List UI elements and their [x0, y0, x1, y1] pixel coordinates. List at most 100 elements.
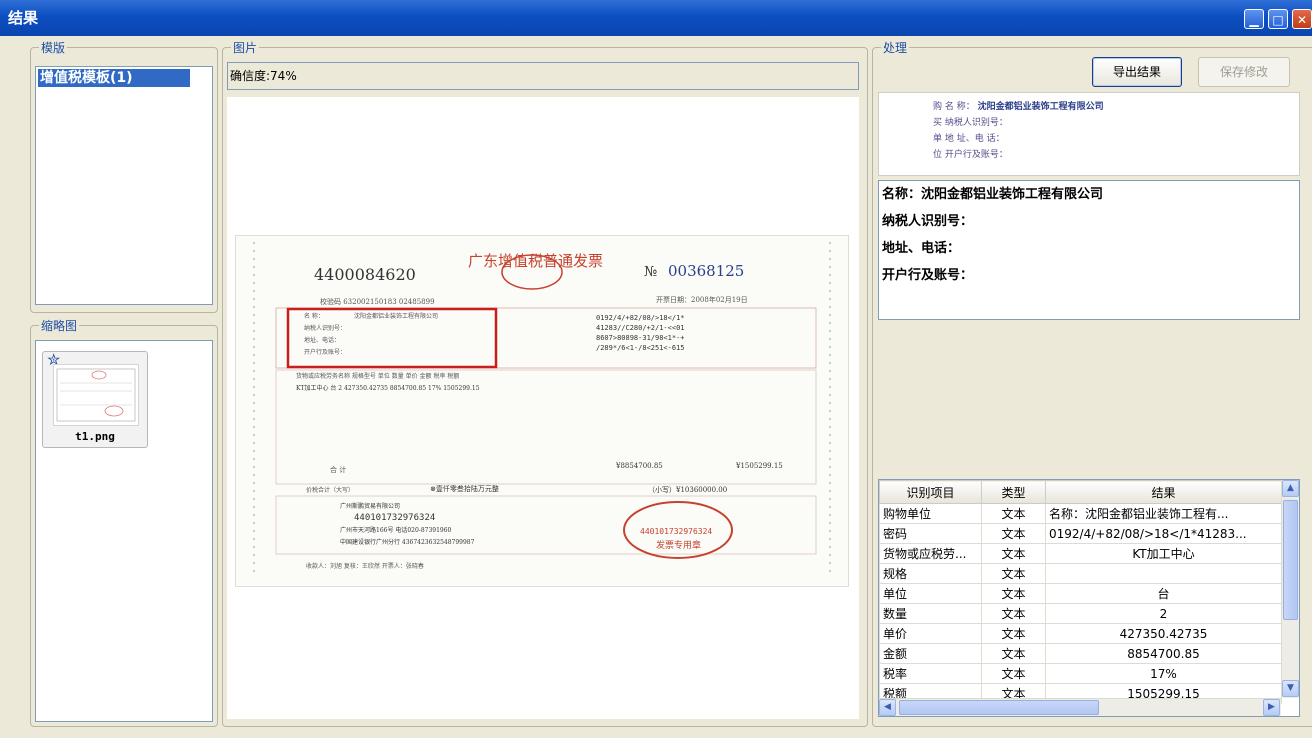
cell-result[interactable]: 17%	[1045, 663, 1282, 684]
cell-type[interactable]: 文本	[981, 583, 1046, 604]
cell-type[interactable]: 文本	[981, 623, 1046, 644]
seller-name: 广州斯鹏贸易有限公司	[340, 502, 400, 510]
cell-type[interactable]: 文本	[981, 503, 1046, 524]
scroll-down-icon[interactable]: ▼	[1282, 680, 1299, 697]
recognized-text-box[interactable]: 名称：沈阳金都铝业装饰工程有限公司 纳税人识别号： 地址、电话： 开户行及账号：	[878, 180, 1300, 320]
scroll-thumb[interactable]	[1283, 500, 1298, 620]
column-header[interactable]: 结果	[1045, 480, 1282, 504]
cell-result[interactable]	[1045, 563, 1282, 584]
cell-item[interactable]: 货物或应税劳...	[879, 543, 982, 564]
vertical-scrollbar[interactable]: ▲ ▼	[1281, 480, 1299, 698]
table-row[interactable]: 单位 文本台	[879, 583, 1282, 604]
save-changes-button[interactable]: 保存修改	[1198, 57, 1290, 87]
table-row[interactable]: 数量 文本 2	[879, 603, 1282, 624]
crop-label: 买 纳税人识别号：	[933, 118, 1008, 128]
table-row[interactable]: 金额 文本 8854700.85	[879, 643, 1282, 664]
cell-result[interactable]: 2	[1045, 603, 1282, 624]
buyer-name-label: 名 称：	[304, 312, 324, 320]
cell-item[interactable]: 数量	[879, 603, 982, 624]
close-button[interactable]: ✕	[1292, 9, 1312, 29]
seller-addr: 广州市天河路166号 电话020-87391960	[340, 526, 452, 534]
cell-type[interactable]: 文本	[981, 543, 1046, 564]
table-row[interactable]: 购物单位 文本 名称：沈阳金都铝业装饰工程有...	[879, 503, 1282, 524]
crop-label: 购 名 称：	[933, 102, 975, 112]
crop-value: 沈阳金都铝业装饰工程有限公司	[977, 102, 1104, 112]
table-row[interactable]: 货物或应税劳... 文本 KT加工中心	[879, 543, 1282, 564]
thumbnail-item[interactable]: ✮ t1.png	[42, 350, 148, 448]
export-results-button[interactable]: 导出结果	[1092, 57, 1182, 87]
crop-label: 单 地 址、电 话：	[933, 134, 1005, 144]
table-row[interactable]: 单价 文本 427350.42735	[879, 623, 1282, 644]
invoice-date: 开票日期：2008年02月19日	[656, 295, 748, 304]
cell-result[interactable]: KT加工中心	[1045, 543, 1282, 564]
table-header-row: 识别项目 类型 结果	[879, 480, 1282, 504]
table-row[interactable]: 密码 文本 0192/4/+82/08/>18</1*41283...	[879, 523, 1282, 544]
image-group-label: 图片	[231, 39, 260, 56]
cell-item[interactable]: 规格	[879, 563, 982, 584]
result-line: 纳税人识别号：	[882, 214, 974, 229]
cell-result[interactable]: 8854700.85	[1045, 643, 1282, 664]
template-item[interactable]: 增值税模板(1)	[38, 69, 190, 87]
cell-type[interactable]: 文本	[981, 523, 1046, 544]
cell-result[interactable]: 台	[1045, 583, 1282, 604]
table-row[interactable]: 税率 文本 17%	[879, 663, 1282, 684]
scroll-left-icon[interactable]: ◀	[879, 699, 896, 716]
cipher-line: 0192/4/+82/08/>18</1*	[596, 314, 685, 322]
processing-group-label: 处理	[881, 39, 910, 56]
minimize-icon: ▁	[1249, 13, 1259, 27]
invoice-number-prefix: №	[644, 264, 657, 280]
window-title: 结果	[8, 9, 39, 27]
maximize-button[interactable]: □	[1268, 9, 1288, 29]
close-icon: ✕	[1296, 13, 1308, 27]
subtotal-amount: ¥8854700.85	[615, 462, 663, 470]
seller-bank: 中国建设银行广州分行 4367423632548799987	[340, 538, 475, 546]
template-list[interactable]: 增值税模板(1)	[35, 66, 213, 305]
results-table: 识别项目 类型 结果 购物单位 文本 名称：沈阳金都铝业装饰工程有... 密码 文本 0…	[879, 480, 1282, 704]
cell-result[interactable]: 0192/4/+82/08/>18</1*41283...	[1045, 523, 1282, 544]
thumbnail-group-label: 缩略图	[39, 317, 80, 334]
cipher-line: 41283//C280/+2/1-<<01	[596, 324, 685, 332]
table-row[interactable]: 规格 文本	[879, 563, 1282, 584]
cropped-region-image: 购 名 称： 沈阳金都铝业装饰工程有限公司 买 纳税人识别号： 单 地 址、电 …	[878, 92, 1300, 176]
cell-type[interactable]: 文本	[981, 663, 1046, 684]
thumbnail-image	[53, 364, 139, 426]
cell-result[interactable]: 名称：沈阳金都铝业装饰工程有...	[1045, 503, 1282, 524]
confidence-text: 确信度:74%	[230, 69, 297, 83]
cipher-line: /289*/6<1-/8<251<-615	[596, 344, 685, 352]
cell-result[interactable]: 427350.42735	[1045, 623, 1282, 644]
minimize-button[interactable]: ▁	[1244, 9, 1264, 29]
results-table-panel[interactable]: 识别项目 类型 结果 购物单位 文本 名称：沈阳金都铝业装饰工程有... 密码 文本 0…	[878, 479, 1300, 717]
cell-item[interactable]: 金额	[879, 643, 982, 664]
subtotal-label: 合 计	[330, 465, 346, 474]
column-header[interactable]: 识别项目	[879, 480, 982, 504]
cell-item[interactable]: 密码	[879, 523, 982, 544]
total-words: ⊗壹仟零叁拾陆万元整	[430, 484, 499, 493]
cell-item[interactable]: 购物单位	[879, 503, 982, 524]
column-header[interactable]: 类型	[981, 480, 1046, 504]
buyer-addr-label: 地址、电话：	[304, 336, 340, 344]
cell-type[interactable]: 文本	[981, 603, 1046, 624]
cipher-line: 8607>80898-31/98<1*-+	[596, 334, 685, 342]
cell-type[interactable]: 文本	[981, 563, 1046, 584]
stamp-text: 440101732976324	[640, 527, 712, 536]
cell-item[interactable]: 单价	[879, 623, 982, 644]
thumbnail-list[interactable]: ✮ t1.png	[35, 340, 213, 722]
cell-item[interactable]: 单位	[879, 583, 982, 604]
cell-type[interactable]: 文本	[981, 643, 1046, 664]
subtotal-tax: ¥1505299.15	[735, 462, 783, 470]
horizontal-scrollbar[interactable]: ◀ ▶	[879, 698, 1281, 716]
scroll-up-icon[interactable]: ▲	[1282, 480, 1299, 497]
template-group-label: 模版	[39, 39, 68, 56]
total-label: 价税合计（大写）	[306, 486, 354, 494]
crop-label: 位 开户行及账号：	[933, 150, 1008, 160]
hscroll-thumb[interactable]	[899, 700, 1099, 715]
scroll-right-icon[interactable]: ▶	[1263, 699, 1280, 716]
seller-tax: 440101732976324	[354, 513, 435, 523]
image-viewer[interactable]: 4400084620 广东增值税普通发票 № 00368125 校验码 6320…	[227, 97, 859, 719]
invoice-code: 4400084620	[314, 265, 416, 284]
title-bar[interactable]: 结果 ▁ □ ✕	[0, 0, 1312, 36]
item-header: 货物或应税劳务名称 规格型号 单位 数量 单价 金额 税率 税额	[296, 372, 459, 380]
result-line: 名称：沈阳金都铝业装饰工程有限公司	[882, 187, 1104, 202]
cell-item[interactable]: 税率	[879, 663, 982, 684]
item-line: KT加工中心 台 2 427350.42735 8854700.85 17% 1…	[296, 384, 480, 392]
